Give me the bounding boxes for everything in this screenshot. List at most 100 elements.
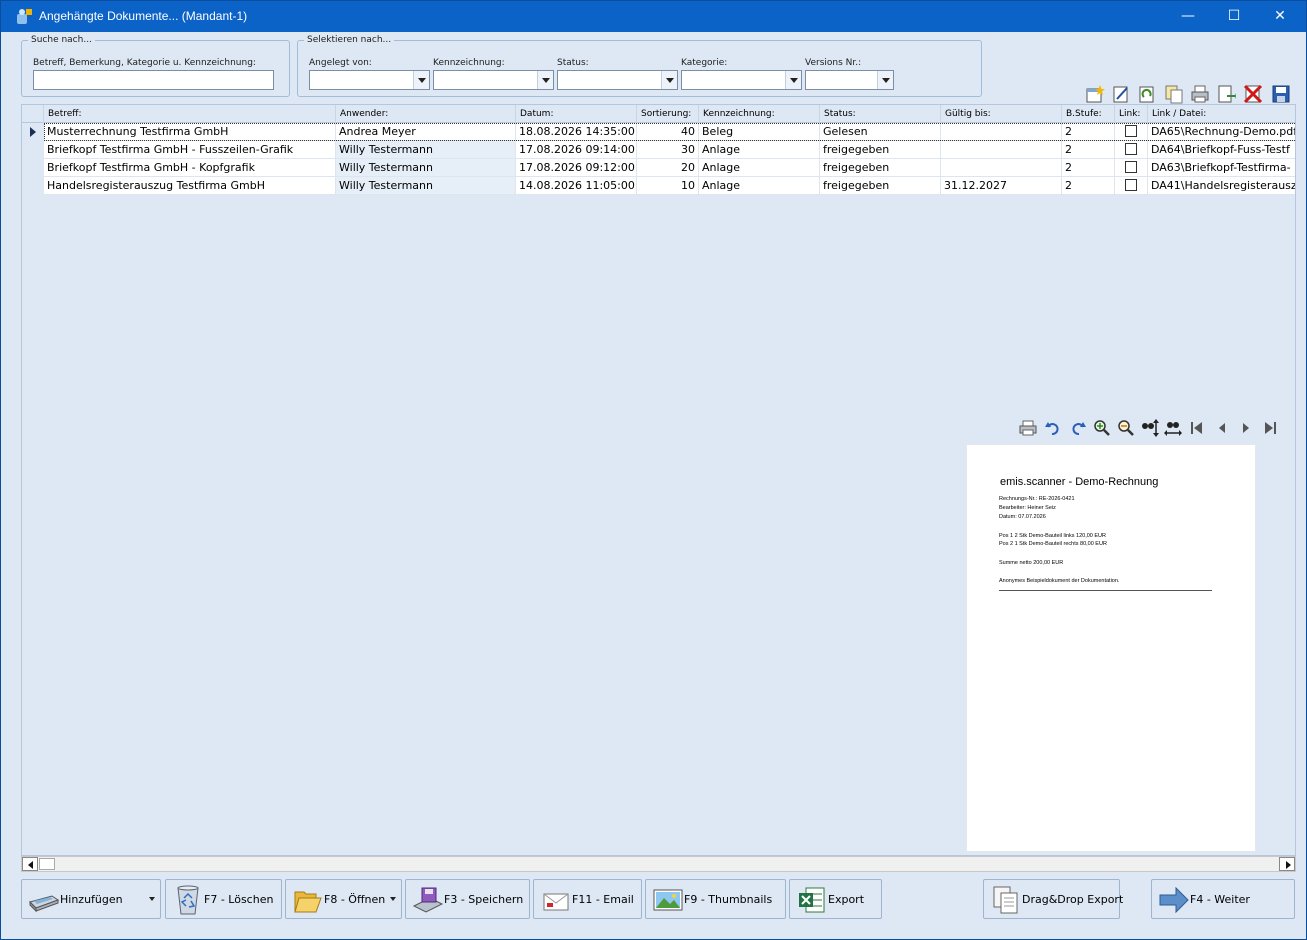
cell-sortierung[interactable]: 20 [637,159,699,177]
cell-sortierung[interactable]: 40 [637,123,699,141]
cell-anwender[interactable]: Willy Testermann [336,177,516,195]
cell-stufe[interactable]: 2 [1062,159,1115,177]
dragdrop-export-button[interactable]: Drag&Drop Export [983,879,1123,919]
cell-kennzeichnung[interactable]: Anlage [699,141,820,159]
first-page-icon[interactable] [1188,419,1206,437]
email-button[interactable]: F11 - Email [533,879,642,919]
edit-icon[interactable] [1111,84,1131,104]
table-row[interactable]: Briefkopf Testfirma GmbH - Fusszeilen-Gr… [22,141,1295,159]
cell-sortierung[interactable]: 30 [637,141,699,159]
table-row[interactable]: Musterrechnung Testfirma GmbH Andrea Mey… [22,123,1295,141]
zoom-in-icon[interactable] [1093,419,1111,437]
status-dropdown[interactable] [557,70,678,90]
column-header-anwender[interactable]: Anwender: [336,105,516,123]
search-input[interactable] [33,70,274,90]
last-page-icon[interactable] [1261,419,1279,437]
link-checkbox[interactable] [1125,161,1137,173]
horizontal-scrollbar[interactable] [21,856,1296,872]
cell-anwender[interactable]: Willy Testermann [336,141,516,159]
rotate-left-icon[interactable] [1044,419,1062,437]
minimize-button[interactable]: — [1165,1,1211,32]
rotate-right-icon[interactable] [1069,419,1087,437]
oeffnen-button[interactable]: F8 - Öffnen [285,879,402,919]
cell-status[interactable]: freigegeben [820,159,941,177]
cell-anwender[interactable]: Andrea Meyer [336,123,516,141]
link-checkbox[interactable] [1125,125,1137,137]
previous-page-icon[interactable] [1213,419,1231,437]
cell-link[interactable] [1115,159,1148,177]
save-icon[interactable] [1271,84,1291,104]
cell-datei[interactable]: DA63\Briefkopf-Testfirma- [1148,159,1295,177]
cell-datei[interactable]: DA65\Rechnung-Demo.pdf [1148,123,1295,141]
refresh-icon[interactable] [1137,84,1157,104]
cell-datum[interactable]: 17.08.2026 09:14:00 [516,141,637,159]
column-header-datum[interactable]: Datum: [516,105,637,123]
export-button[interactable]: Export [789,879,882,919]
chevron-down-icon[interactable] [661,71,677,89]
column-header-kennzeichnung[interactable]: Kennzeichnung: [699,105,820,123]
column-header-status[interactable]: Status: [820,105,941,123]
cell-betreff[interactable]: Briefkopf Testfirma GmbH - Kopfgrafik [44,159,336,177]
cell-betreff[interactable]: Musterrechnung Testfirma GmbH [44,123,336,141]
cell-gueltig[interactable] [941,141,1062,159]
hinzufuegen-button[interactable]: Hinzufügen [21,879,161,919]
print-icon[interactable] [1019,419,1037,437]
cell-link[interactable] [1115,141,1148,159]
copy-icon[interactable] [1164,84,1184,104]
cell-datei[interactable]: DA41\Handelsregisterausz [1148,177,1295,195]
angelegt-von-dropdown[interactable] [309,70,430,90]
column-header-betreff[interactable]: Betreff: [44,105,336,123]
fit-width-icon[interactable] [1164,419,1182,437]
weiter-button[interactable]: F4 - Weiter [1151,879,1295,919]
cell-betreff[interactable]: Handelsregisterauszug Testfirma GmbH [44,177,336,195]
link-checkbox[interactable] [1125,143,1137,155]
column-header-link[interactable]: Link: [1115,105,1148,123]
cell-gueltig[interactable]: 31.12.2027 [941,177,1062,195]
cell-kennzeichnung[interactable]: Beleg [699,123,820,141]
column-header-gueltig[interactable]: Gültig bis: [941,105,1062,123]
cell-gueltig[interactable] [941,159,1062,177]
table-row[interactable]: Briefkopf Testfirma GmbH - Kopfgrafik Wi… [22,159,1295,177]
next-page-icon[interactable] [1237,419,1255,437]
cell-anwender[interactable]: Willy Testermann [336,159,516,177]
thumbnails-button[interactable]: F9 - Thumbnails [645,879,786,919]
document-preview[interactable]: emis.scanner - Demo-Rechnung Rechnungs-N… [966,444,1256,852]
cell-link[interactable] [1115,123,1148,141]
print-icon[interactable] [1190,84,1210,104]
speichern-button[interactable]: F3 - Speichern [405,879,530,919]
versions-nr-dropdown[interactable] [805,70,894,90]
kennzeichnung-dropdown[interactable] [433,70,554,90]
scroll-left-button[interactable] [22,857,38,871]
cell-datum[interactable]: 17.08.2026 09:12:00 [516,159,637,177]
cell-datum[interactable]: 18.08.2026 14:35:00 [516,123,637,141]
export-doc-icon[interactable] [1216,84,1236,104]
cell-betreff[interactable]: Briefkopf Testfirma GmbH - Fusszeilen-Gr… [44,141,336,159]
cell-status[interactable]: freigegeben [820,177,941,195]
cell-stufe[interactable]: 2 [1062,123,1115,141]
cell-sortierung[interactable]: 10 [637,177,699,195]
cell-kennzeichnung[interactable]: Anlage [699,159,820,177]
column-header-datei[interactable]: Link / Datei: [1148,105,1295,123]
column-header-sortierung[interactable]: Sortierung: [637,105,699,123]
scroll-right-button[interactable] [1279,857,1295,871]
cell-kennzeichnung[interactable]: Anlage [699,177,820,195]
cell-gueltig[interactable] [941,123,1062,141]
scroll-thumb[interactable] [39,858,55,870]
cell-datum[interactable]: 14.08.2026 11:05:00 [516,177,637,195]
cell-status[interactable]: freigegeben [820,141,941,159]
cell-status[interactable]: Gelesen [820,123,941,141]
zoom-out-icon[interactable] [1117,419,1135,437]
table-row[interactable]: Handelsregisterauszug Testfirma GmbH Wil… [22,177,1295,195]
dropdown-arrow-icon[interactable] [390,897,396,901]
cell-stufe[interactable]: 2 [1062,141,1115,159]
add-star-icon[interactable] [1085,84,1105,104]
link-checkbox[interactable] [1125,179,1137,191]
cell-datei[interactable]: DA64\Briefkopf-Fuss-Testf [1148,141,1295,159]
title-bar[interactable]: Angehängte Dokumente... (Mandant-1) — ☐ … [1,1,1306,32]
loeschen-button[interactable]: F7 - Löschen [165,879,282,919]
fit-height-icon[interactable] [1141,419,1159,437]
column-header-stufe[interactable]: B.Stufe: [1062,105,1115,123]
chevron-down-icon[interactable] [785,71,801,89]
cell-link[interactable] [1115,177,1148,195]
maximize-button[interactable]: ☐ [1211,1,1257,32]
